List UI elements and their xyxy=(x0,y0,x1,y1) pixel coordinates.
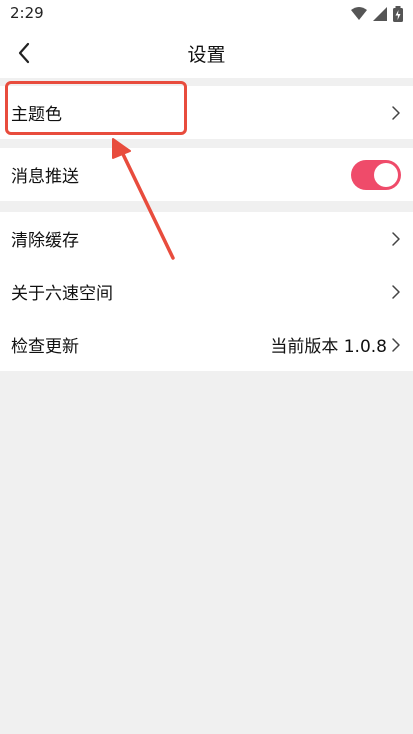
chevron-right-icon xyxy=(392,105,400,120)
current-version: 当前版本 1.0.8 xyxy=(270,337,387,357)
about-label: 关于六速空间 xyxy=(11,284,113,304)
status-bar: 2:29 xyxy=(0,0,413,28)
battery-icon xyxy=(393,6,403,22)
status-time: 2:29 xyxy=(10,4,44,22)
clear-cache-label: 清除缓存 xyxy=(11,231,79,251)
about-item[interactable]: 关于六速空间 xyxy=(0,265,413,318)
status-icons xyxy=(351,6,403,22)
theme-color-label: 主题色 xyxy=(11,105,62,125)
clear-cache-item[interactable]: 清除缓存 xyxy=(0,212,413,265)
theme-color-item[interactable]: 主题色 xyxy=(0,86,413,139)
chevron-right-icon xyxy=(392,284,400,299)
toggle-knob xyxy=(374,162,398,187)
chevron-right-icon xyxy=(392,231,400,246)
push-notifications-item: 消息推送 xyxy=(0,148,413,201)
push-notifications-toggle[interactable] xyxy=(351,159,401,190)
settings-group-notifications: 消息推送 xyxy=(0,148,413,201)
check-update-label: 检查更新 xyxy=(11,337,79,357)
version-info: 当前版本 1.0.8 xyxy=(270,332,401,357)
settings-group-theme: 主题色 xyxy=(0,86,413,139)
chevron-right-icon xyxy=(392,337,400,352)
cellular-signal-icon xyxy=(373,7,387,21)
check-update-item[interactable]: 检查更新 当前版本 1.0.8 xyxy=(0,318,413,371)
settings-group-misc: 清除缓存 关于六速空间 检查更新 当前版本 1.0.8 xyxy=(0,212,413,371)
push-notifications-label: 消息推送 xyxy=(11,167,79,187)
wifi-icon xyxy=(351,7,367,20)
page-title: 设置 xyxy=(187,44,226,66)
app-header: 设置 xyxy=(0,28,413,78)
